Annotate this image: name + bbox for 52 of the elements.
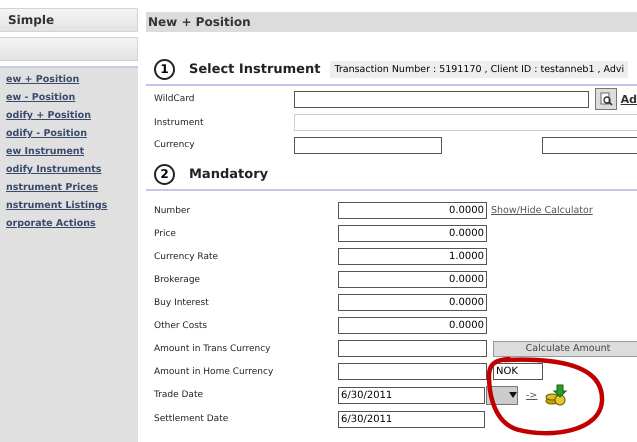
search-button[interactable]	[595, 88, 617, 110]
currency-field[interactable]: NOK	[493, 363, 543, 380]
field-label: Number	[154, 206, 192, 216]
sidebar-link[interactable]: odify + Position	[0, 108, 138, 124]
field-label: Price	[154, 228, 177, 238]
caret-icon	[509, 392, 517, 398]
number-field[interactable]: 0.0000	[338, 294, 487, 311]
coins-icon[interactable]	[545, 384, 568, 406]
amount-field[interactable]	[338, 363, 487, 380]
sidebar-link[interactable]: nstrument Prices	[0, 180, 138, 196]
field-label: Brokerage	[154, 274, 202, 284]
date-field[interactable]: 6/30/2011	[338, 386, 485, 404]
wildcard-field[interactable]	[294, 90, 589, 108]
sidebar-link[interactable]: ew - Position	[0, 90, 138, 106]
number-field[interactable]: 0.0000	[338, 225, 487, 242]
step-number: 2	[154, 164, 175, 184]
currency-field[interactable]	[294, 136, 442, 154]
sidebar-title: Simple	[0, 8, 138, 32]
sidebar-link[interactable]: nstrument Listings	[0, 198, 138, 214]
field-label: Buy Interest	[154, 298, 210, 308]
sidebar-link[interactable]: orporate Actions	[0, 216, 138, 232]
sidebar-link[interactable]: odify Instruments	[0, 162, 138, 178]
field-label: Amount in Home Currency	[154, 366, 274, 376]
transaction-info: Transaction Number : 5191170 , Client ID : testanneb1 , Advi	[330, 60, 628, 78]
field-label: Currency Rate	[154, 252, 220, 262]
field-label: Trade Date	[154, 390, 204, 400]
copy-date-link[interactable]: ->	[526, 390, 538, 400]
input-field[interactable]	[542, 136, 637, 154]
calculator-link[interactable]: Show/Hide Calculator	[491, 205, 593, 216]
field-label: Settlement Date	[154, 414, 230, 424]
sidebar-link[interactable]: ew + Position	[0, 72, 138, 88]
section-title: Mandatory	[189, 166, 268, 182]
add-link[interactable]: Ad	[620, 92, 637, 106]
number-field[interactable]: 0.0000	[338, 271, 487, 288]
calculate-button[interactable]: Calculate Amount	[493, 340, 637, 356]
instrument-field[interactable]	[294, 114, 637, 131]
number-field[interactable]: 0.0000	[338, 202, 487, 219]
field-label: Other Costs	[154, 320, 208, 330]
sidebar-link[interactable]: odify - Position	[0, 126, 138, 142]
section-title: Select Instrument	[189, 62, 320, 76]
sidebar-link[interactable]: ew Instrument	[0, 144, 138, 160]
search-icon	[598, 92, 613, 106]
field-label: Instrument	[154, 118, 205, 128]
step-number: 1	[154, 58, 175, 80]
field-label: Amount in Trans Currency	[154, 344, 272, 354]
field-label: WildCard	[154, 94, 196, 104]
date-field[interactable]: 6/30/2011	[338, 410, 485, 428]
amount-field[interactable]	[338, 340, 487, 357]
page-title: New + Position	[146, 12, 637, 32]
number-field[interactable]: 1.0000	[338, 248, 487, 265]
number-field[interactable]: 0.0000	[338, 317, 487, 334]
field-label: Currency	[154, 140, 196, 150]
